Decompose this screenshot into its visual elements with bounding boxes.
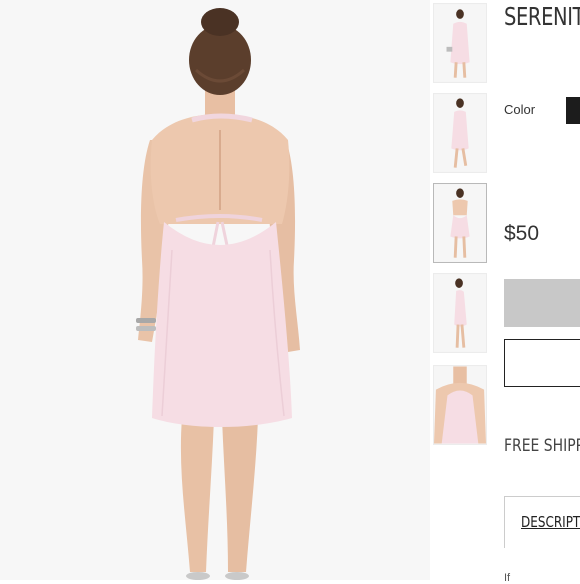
product-title: SERENIT (504, 2, 580, 31)
thumbnail-front-walk[interactable] (433, 93, 487, 173)
thumbnail-front[interactable] (433, 3, 487, 83)
thumbnail-side-image (434, 274, 486, 352)
description-text: If (504, 572, 511, 584)
product-price: $50 (504, 222, 540, 245)
thumbnail-front-walk-image (434, 94, 486, 172)
color-label: Color (504, 102, 536, 117)
tab-description[interactable]: DESCRIPTI (521, 513, 580, 531)
color-swatch-black[interactable] (566, 97, 580, 124)
thumbnail-neckline-detail[interactable] (433, 365, 487, 445)
thumbnail-front-image (434, 4, 486, 82)
thumbnail-back[interactable] (433, 183, 487, 263)
add-to-bag-button[interactable] (504, 279, 580, 327)
free-shipping-banner: FREE SHIPP (504, 436, 580, 456)
thumbnail-side[interactable] (433, 273, 487, 353)
main-product-image[interactable] (0, 0, 430, 580)
model-back-view (0, 0, 430, 580)
wishlist-button[interactable] (504, 339, 580, 387)
thumbnail-neckline-detail-image (434, 366, 486, 444)
thumbnail-back-image (434, 184, 486, 262)
